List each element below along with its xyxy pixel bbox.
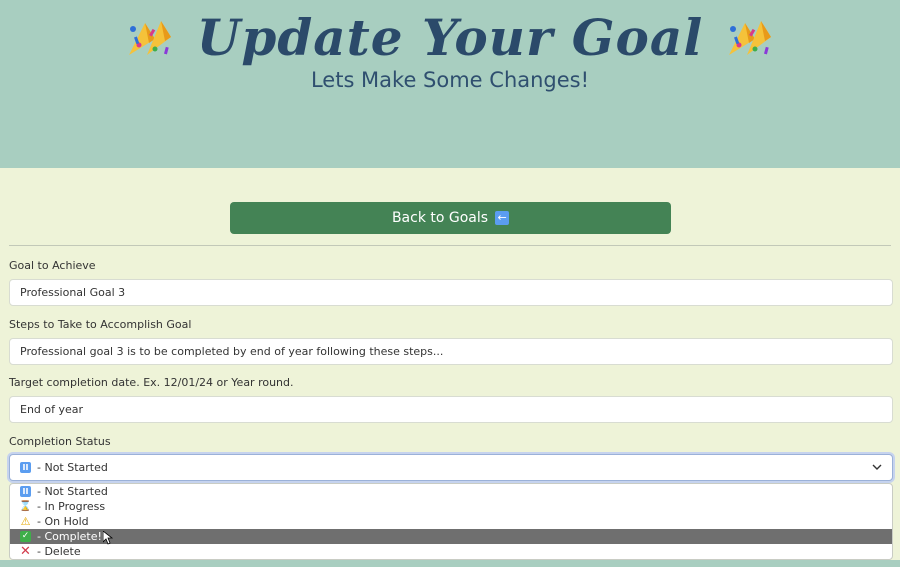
confetti-icon (729, 21, 772, 55)
selected-status: - Not Started (37, 461, 108, 474)
check-mark-icon: ✓ (20, 531, 31, 542)
divider (9, 245, 891, 246)
option-label: - Not Started (37, 485, 108, 498)
option-label: - Complete! (37, 530, 102, 543)
target-date-label: Target completion date. Ex. 12/01/24 or … (9, 376, 294, 389)
status-option-in-progress[interactable]: ⌛ - In Progress (10, 499, 892, 514)
goal-label: Goal to Achieve (9, 259, 96, 272)
completion-status-label: Completion Status (9, 435, 111, 448)
footer-strip (0, 560, 900, 567)
goal-input[interactable]: Professional Goal 3 (9, 279, 893, 306)
pause-icon: II (20, 486, 31, 497)
option-label: - On Hold (37, 515, 89, 528)
status-option-not-started[interactable]: II - Not Started (10, 484, 892, 499)
status-option-delete[interactable]: ✕ - Delete (10, 544, 892, 559)
back-to-goals-button[interactable]: Back to Goals ← (230, 202, 671, 234)
status-dropdown-list: II - Not Started ⌛ - In Progress ⚠ - On … (9, 483, 893, 560)
mouse-cursor-icon (103, 531, 113, 545)
title-row: Update Your Goal (0, 4, 900, 70)
back-button-label: Back to Goals (391, 210, 489, 226)
target-date-input[interactable]: End of year (9, 396, 893, 423)
chevron-down-icon (872, 464, 882, 470)
warning-icon: ⚠ (20, 515, 31, 528)
page-title: Update Your Goal (196, 7, 704, 67)
completion-status-select[interactable]: II - Not Started (9, 454, 893, 481)
option-label: - In Progress (37, 500, 106, 513)
back-arrow-icon: ← (495, 211, 510, 225)
status-option-complete[interactable]: ✓ - Complete! (10, 529, 892, 544)
page-subtitle: Lets Make Some Changes! (310, 68, 590, 92)
cross-mark-icon: ✕ (20, 544, 31, 559)
status-option-on-hold[interactable]: ⚠ - On Hold (10, 514, 892, 529)
confetti-icon (128, 21, 171, 55)
steps-label: Steps to Take to Accomplish Goal (9, 318, 192, 331)
option-label: - Delete (37, 545, 81, 558)
hourglass-icon: ⌛ (19, 501, 32, 512)
page-header: Update Your Goal Lets Make Some Changes! (0, 0, 900, 168)
steps-input[interactable]: Professional goal 3 is to be completed b… (9, 338, 893, 365)
pause-icon: II (20, 462, 31, 473)
